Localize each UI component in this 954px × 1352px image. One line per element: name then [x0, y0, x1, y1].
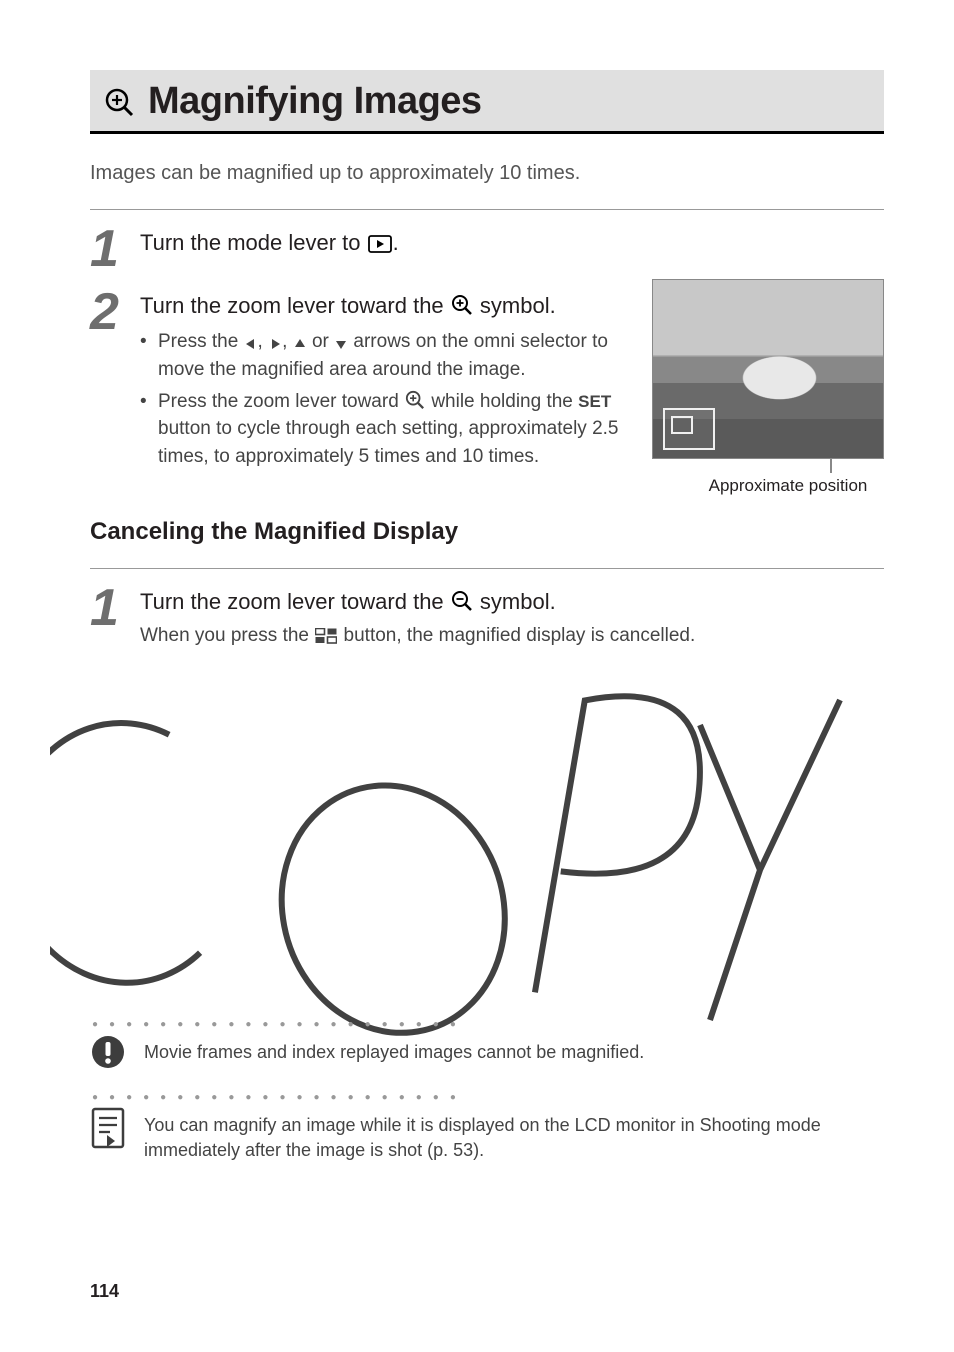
step1-text-after: . — [393, 230, 399, 255]
exclamation-icon — [90, 1034, 126, 1070]
important-note-text: Movie frames and index replayed images c… — [144, 1034, 644, 1064]
cancel-after: symbol. — [474, 589, 556, 614]
cancel-description: When you press the button, the magnified… — [140, 623, 884, 650]
play-mode-icon — [368, 235, 392, 253]
bullet-item: Press the zoom lever toward while holdin… — [140, 388, 634, 471]
b1-before: Press the — [158, 331, 244, 352]
subheading: Canceling the Magnified Display — [90, 518, 884, 546]
arrow-left-icon — [245, 338, 257, 350]
cancel-desc-after: button, the magnified display is cancell… — [338, 625, 695, 646]
cancel-step-1: 1 Turn the zoom lever toward the symbol.… — [90, 583, 884, 649]
figure-caption: Approximate position — [652, 475, 884, 496]
step-1: 1 Turn the mode lever to . — [90, 224, 884, 273]
magnified-image-preview — [652, 279, 884, 459]
section-title-bar: Magnifying Images — [90, 70, 884, 134]
step-2-bullets: Press the , , or arrows on the omni sele… — [140, 328, 634, 470]
dots-divider: ●●●●●●●●●●●●●●●●●●●●●● — [92, 1019, 884, 1030]
dots-divider: ●●●●●●●●●●●●●●●●●●●●●● — [92, 1092, 884, 1103]
cancel-before: Turn the zoom lever toward the — [140, 589, 450, 614]
position-indicator — [663, 408, 715, 450]
important-note: Movie frames and index replayed images c… — [90, 1034, 884, 1070]
cancel-heading: Turn the zoom lever toward the symbol. — [140, 587, 884, 617]
step-2-heading: Turn the zoom lever toward the symbol. — [140, 291, 634, 321]
divider — [90, 209, 884, 210]
step-number: 2 — [90, 289, 126, 474]
magnify-minus-icon — [451, 590, 473, 612]
arrow-up-icon — [294, 338, 306, 350]
intro-text: Images can be magnified up to approximat… — [90, 162, 884, 185]
cancel-desc-before: When you press the — [140, 625, 314, 646]
divider — [90, 568, 884, 569]
magnify-plus-icon — [451, 294, 473, 316]
step-1-heading: Turn the mode lever to . — [140, 228, 884, 258]
memo-note: You can magnify an image while it is dis… — [90, 1107, 884, 1162]
step2-text-before: Turn the zoom lever toward the — [140, 293, 450, 318]
arrow-right-icon — [269, 338, 281, 350]
callout-line — [830, 459, 832, 473]
step-number: 1 — [90, 585, 126, 649]
b2-c: button to cycle through each setting, ap… — [158, 418, 619, 467]
step-number: 1 — [90, 226, 126, 273]
step1-text-before: Turn the mode lever to — [140, 230, 367, 255]
section-title: Magnifying Images — [148, 80, 482, 123]
b2-b: while holding the — [426, 391, 578, 412]
b2-a: Press the zoom lever toward — [158, 391, 404, 412]
step-2: 2 Turn the zoom lever toward the symbol.… — [90, 287, 634, 474]
memo-icon — [90, 1107, 126, 1149]
arrow-down-icon — [335, 338, 347, 350]
magnify-plus-icon — [104, 87, 134, 117]
memo-note-text: You can magnify an image while it is dis… — [144, 1107, 884, 1162]
step2-text-after: symbol. — [474, 293, 556, 318]
set-button-label: SET — [578, 392, 611, 411]
index-icon — [315, 628, 337, 644]
bullet-item: Press the , , or arrows on the omni sele… — [140, 328, 634, 383]
magnify-plus-icon — [405, 390, 425, 410]
page-number: 114 — [90, 1281, 119, 1302]
example-figure: Approximate position — [652, 279, 884, 496]
